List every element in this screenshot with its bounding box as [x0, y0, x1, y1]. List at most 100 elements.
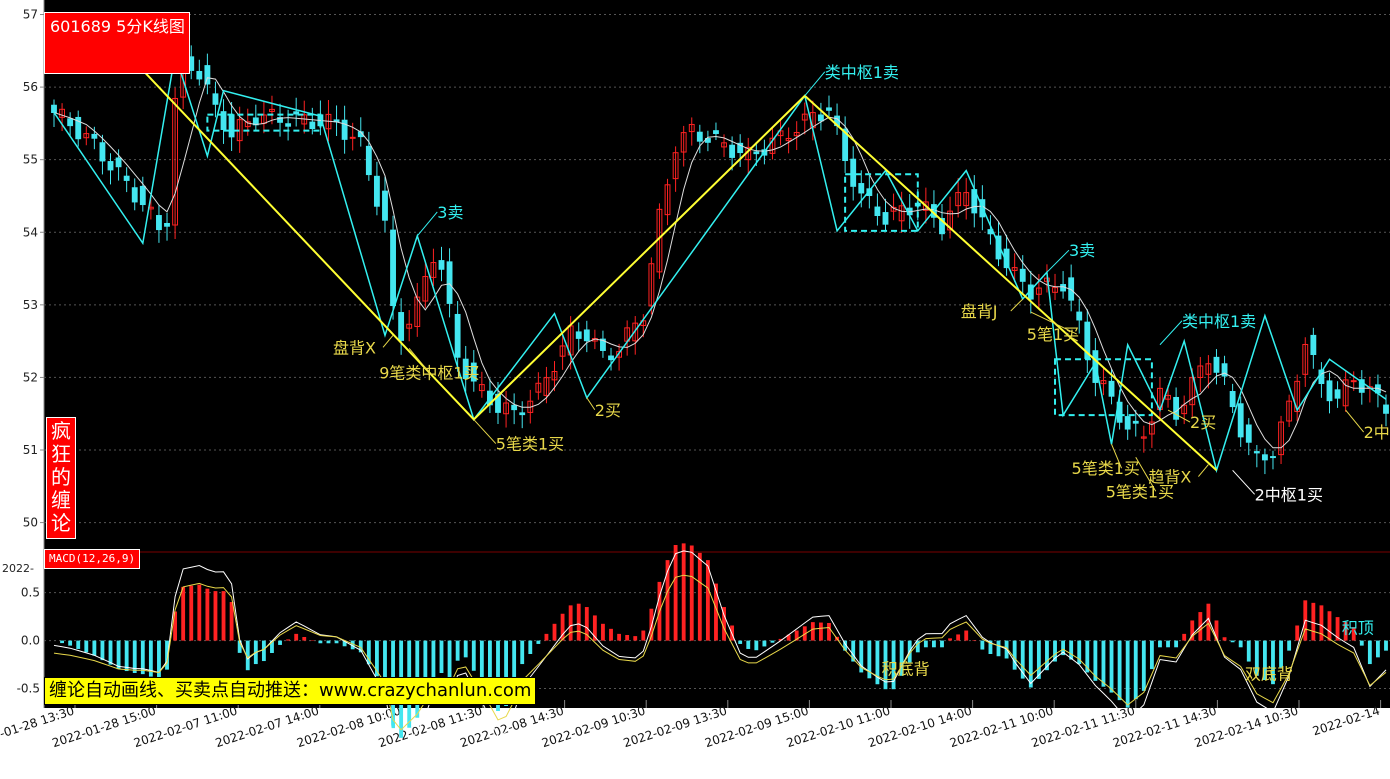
candle-body	[196, 70, 203, 80]
candle-body	[285, 123, 292, 127]
candle-body	[1270, 456, 1276, 459]
candle-body	[826, 107, 832, 111]
candle-body	[1383, 404, 1389, 414]
candle-body	[454, 313, 461, 358]
side-label: 疯 狂 的 缠 论	[47, 420, 75, 535]
y-tick-label: 56	[23, 80, 38, 94]
signal-label: 2中枢2买	[1364, 423, 1390, 442]
macd-signal-label: 双底背	[1245, 664, 1293, 683]
candle-body	[349, 136, 356, 139]
candle-body	[446, 261, 453, 304]
candle-body	[608, 355, 614, 361]
candle-body	[91, 133, 98, 139]
y-tick-label: 52	[23, 370, 38, 384]
candle-body	[212, 93, 219, 105]
candle-body	[123, 175, 130, 181]
candle-body	[139, 185, 146, 206]
candle-body	[1076, 311, 1083, 321]
candle-body	[365, 145, 372, 176]
candle-body	[382, 190, 388, 221]
side-char: 疯	[51, 419, 71, 443]
candle-body	[67, 118, 74, 127]
candle-body	[1253, 451, 1260, 454]
y-tick-label: 54	[23, 225, 38, 239]
chart-stage: 50 51 52 53 54 55 56 57 0.5 0.0 -0.5 2022- 2022-01-2…	[0, 0, 1390, 775]
macd-tick-label: 0.5	[21, 586, 40, 600]
signal-label: 2中枢1买	[1255, 485, 1323, 504]
candle-body	[1310, 334, 1317, 356]
signal-label: 9笔类中枢1买	[379, 363, 479, 382]
y-tick-label: 53	[23, 298, 38, 312]
candle-body	[204, 65, 211, 85]
y-tick-label: 50	[23, 516, 38, 530]
candle-body	[882, 212, 889, 225]
candle-body	[1326, 380, 1333, 402]
macd-signal-label: 积底背	[882, 660, 930, 679]
y-tick-label: 55	[23, 153, 38, 167]
candle-body	[51, 104, 57, 114]
signal-label: 2买	[1190, 413, 1216, 432]
promo-banner[interactable]: 缠论自动画线、买卖点自动推送：www.crazychanlun.com	[44, 677, 537, 705]
candle-body	[228, 114, 235, 138]
candle-body	[753, 151, 760, 155]
signal-label: 类中枢1卖	[825, 63, 899, 82]
candle-body	[1124, 416, 1131, 430]
candle-body	[511, 404, 518, 411]
candle-body	[1229, 391, 1236, 408]
candle-body	[1350, 380, 1357, 383]
candle-body	[99, 142, 106, 162]
side-char: 论	[51, 511, 71, 535]
y-tick-label: 57	[23, 8, 38, 22]
candle-body	[107, 161, 114, 171]
candle-body	[817, 114, 824, 122]
candle-body	[156, 215, 162, 231]
macd-label: MACD(12,26,9)	[44, 549, 141, 569]
macd-tick-label: 0.0	[21, 634, 40, 648]
candle-body	[438, 260, 445, 270]
signal-label: 3卖	[1069, 241, 1095, 260]
chart-canvas: 50515253545556570.50.0-0.52022-2022-01-2…	[0, 0, 1390, 775]
signal-label: 5笔类1买	[1072, 459, 1140, 478]
side-char: 缠	[51, 488, 71, 512]
candle-body	[1237, 403, 1244, 438]
candle-body	[1213, 356, 1220, 373]
y-tick-label: 51	[23, 443, 38, 457]
macd-tick-label: -0.5	[17, 682, 40, 696]
signal-label: 盘背X	[333, 338, 376, 357]
candle-body	[850, 158, 857, 187]
macd-signal-label: 积顶	[1342, 618, 1374, 637]
candle-body	[858, 183, 865, 194]
candle-body	[390, 229, 396, 307]
candle-body	[519, 412, 526, 416]
candle-body	[1019, 268, 1026, 282]
candle-body	[309, 121, 316, 130]
candle-body	[131, 187, 138, 203]
candle-body	[729, 144, 736, 158]
signal-label: 5笔类1买	[496, 435, 564, 454]
candle-body	[1261, 454, 1268, 461]
candle-body	[1245, 424, 1252, 443]
signal-label: 类中枢1卖	[1182, 312, 1256, 331]
candle-body	[164, 222, 170, 227]
candle-body	[115, 157, 122, 168]
signal-label: 盘背J	[961, 302, 998, 321]
candle-body	[293, 111, 300, 115]
candle-body	[1132, 420, 1139, 424]
candle-body	[713, 130, 719, 135]
signal-label: 5笔1买	[1027, 325, 1079, 344]
signal-label: 趋背X	[1148, 468, 1191, 487]
candle-body	[874, 206, 881, 216]
candle-body	[1108, 380, 1115, 397]
candle-body	[398, 312, 405, 341]
side-char: 狂	[51, 442, 71, 466]
signal-label: 2买	[595, 401, 621, 420]
candle-body	[575, 331, 582, 339]
chart-title: 601689 5分K线图	[50, 17, 185, 36]
candle-body	[373, 175, 380, 207]
signal-label: 3卖	[437, 203, 463, 222]
candle-body	[696, 131, 703, 142]
axis-corner-label: 2022-	[2, 562, 34, 575]
candle-body	[583, 329, 590, 342]
candle-body	[1334, 389, 1341, 399]
side-char: 的	[51, 465, 71, 489]
